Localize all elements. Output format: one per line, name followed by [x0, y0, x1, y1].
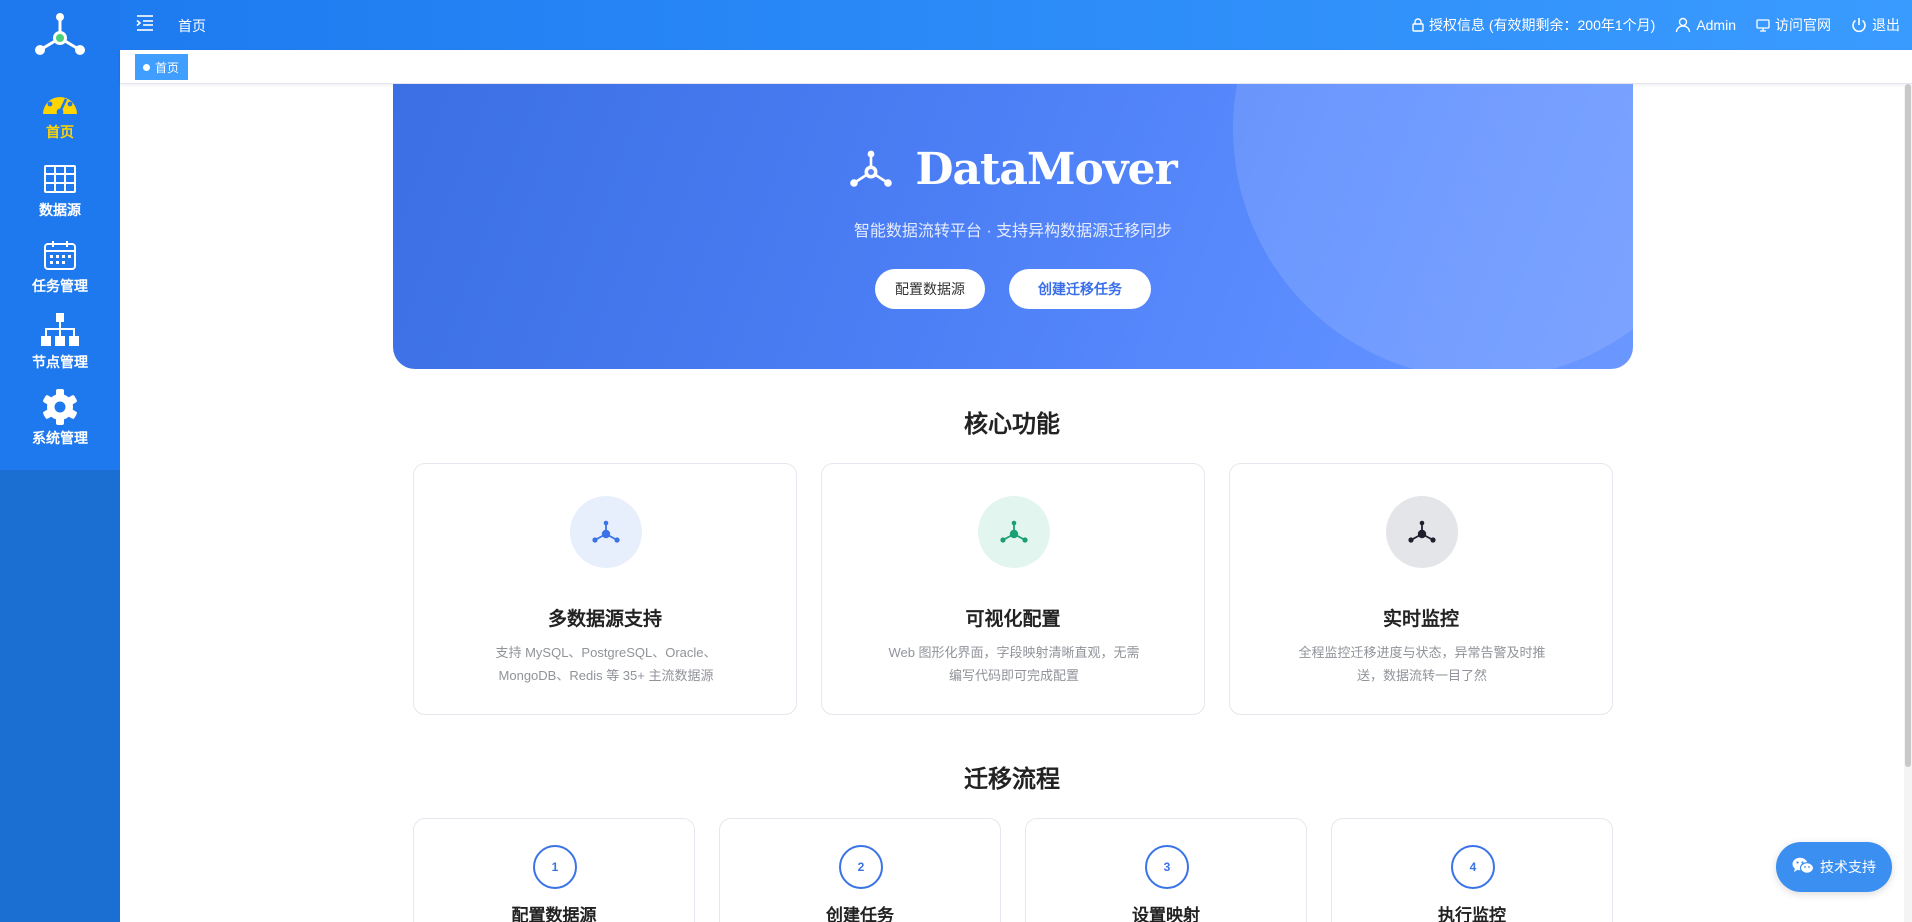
configure-datasource-button[interactable]: 配置数据源	[875, 269, 985, 309]
license-text: 授权信息 (有效期剩余：200年1个月)	[1428, 17, 1656, 33]
top-header: 首页 授权信息 (有效期剩余：200年1个月) Admin 访问官网 退出	[120, 0, 1912, 50]
feature-title: 多数据源支持	[547, 609, 662, 630]
power-icon	[1851, 17, 1867, 33]
tech-support-button[interactable]: 技术支持	[1776, 842, 1892, 892]
hero-title-row: DataMover	[393, 144, 1633, 195]
header-actions: 授权信息 (有效期剩余：200年1个月) Admin 访问官网 退出	[1412, 0, 1900, 50]
user-name: Admin	[1696, 17, 1736, 33]
wechat-icon	[1792, 857, 1815, 878]
visit-site-link[interactable]: 访问官网	[1756, 15, 1831, 35]
feature-card-visual-config: 可视化配置 Web 图形化界面，字段映射清晰直观，无需编写代码即可完成配置	[821, 463, 1205, 715]
main-content: DataMover 智能数据流转平台 · 支持异构数据源迁移同步 配置数据源 创…	[120, 84, 1904, 922]
gear-icon	[40, 388, 80, 426]
table-grid-icon	[40, 160, 80, 198]
step-title: 设置映射	[1132, 906, 1200, 922]
tags-view-bar: 首页	[120, 50, 1912, 84]
step-card-4: 4 执行监控	[1331, 818, 1613, 922]
tech-support-label: 技术支持	[1820, 859, 1876, 875]
sidebar-item-label: 任务管理	[32, 278, 88, 294]
monitor-hub-icon	[1386, 496, 1458, 568]
sidebar-item-label: 系统管理	[32, 430, 88, 446]
step-card-1: 1 配置数据源	[413, 818, 695, 922]
hero-title: DataMover	[915, 144, 1177, 195]
license-info[interactable]: 授权信息 (有效期剩余：200年1个月)	[1412, 15, 1655, 35]
logout-text: 退出	[1872, 17, 1900, 33]
active-dot-icon	[143, 63, 150, 71]
step-number-badge: 2	[839, 845, 883, 889]
sidebar: 首页 数据源 任务管理 节点管理 系统管理	[0, 0, 120, 922]
feature-title: 实时监控	[1382, 609, 1459, 630]
monitor-icon	[1756, 18, 1770, 32]
step-title: 创建任务	[826, 906, 894, 922]
feature-title: 可视化配置	[965, 609, 1061, 630]
datamover-logo-icon	[850, 150, 893, 187]
step-number-badge: 4	[1451, 845, 1495, 889]
step-title: 配置数据源	[511, 906, 597, 922]
step-card-2: 2 创建任务	[719, 818, 1001, 922]
breadcrumb[interactable]: 首页	[178, 16, 206, 36]
sidebar-item-label: 数据源	[39, 202, 81, 218]
steps-section-title: 迁移流程	[964, 766, 1060, 793]
tag-label: 首页	[155, 60, 180, 75]
page-scrollbar[interactable]	[1904, 84, 1912, 922]
menu-toggle-icon[interactable]	[136, 14, 154, 32]
step-number-badge: 3	[1145, 845, 1189, 889]
calendar-icon	[40, 236, 80, 274]
feature-description: 全程监控迁移进度与状态，异常告警及时推送，数据流转一目了然	[1298, 645, 1546, 683]
hero-actions: 配置数据源 创建迁移任务	[393, 269, 1633, 309]
visit-site-text: 访问官网	[1775, 17, 1831, 33]
dashboard-gauge-icon	[40, 82, 80, 120]
sidebar-item-label: 首页	[46, 124, 74, 140]
sidebar-item-system[interactable]: 系统管理	[0, 388, 120, 464]
features-section-title: 核心功能	[964, 411, 1060, 438]
sidebar-item-label: 节点管理	[32, 354, 88, 370]
scrollbar-thumb[interactable]	[1905, 84, 1911, 767]
hero-banner: DataMover 智能数据流转平台 · 支持异构数据源迁移同步 配置数据源 创…	[393, 84, 1633, 369]
create-migration-task-button[interactable]: 创建迁移任务	[1009, 269, 1151, 309]
feature-description: Web 图形化界面，字段映射清晰直观，无需编写代码即可完成配置	[888, 645, 1140, 683]
feature-description: 支持 MySQL、PostgreSQL、Oracle、MongoDB、Redis…	[495, 645, 717, 683]
user-menu[interactable]: Admin	[1675, 17, 1736, 33]
step-card-3: 3 设置映射	[1025, 818, 1307, 922]
org-tree-icon	[40, 312, 80, 350]
hero-subtitle: 智能数据流转平台 · 支持异构数据源迁移同步	[853, 223, 1173, 240]
feature-card-multi-source: 多数据源支持 支持 MySQL、PostgreSQL、Oracle、MongoD…	[413, 463, 797, 715]
tag-home[interactable]: 首页	[135, 54, 189, 80]
feature-card-realtime-monitor: 实时监控 全程监控迁移进度与状态，异常告警及时推送，数据流转一目了然	[1229, 463, 1613, 715]
sidebar-item-tasks[interactable]: 任务管理	[0, 236, 120, 312]
sidebar-item-home[interactable]: 首页	[0, 82, 120, 158]
datamover-logo-icon	[35, 13, 85, 55]
logout-button[interactable]: 退出	[1851, 15, 1900, 35]
sidebar-item-datasource[interactable]: 数据源	[0, 160, 120, 236]
lock-icon	[1412, 18, 1424, 32]
sidebar-item-nodes[interactable]: 节点管理	[0, 312, 120, 388]
datasource-hub-icon	[570, 496, 642, 568]
step-number-badge: 1	[533, 845, 577, 889]
step-title: 执行监控	[1438, 906, 1506, 922]
user-icon	[1675, 17, 1691, 33]
visual-config-hub-icon	[978, 496, 1050, 568]
